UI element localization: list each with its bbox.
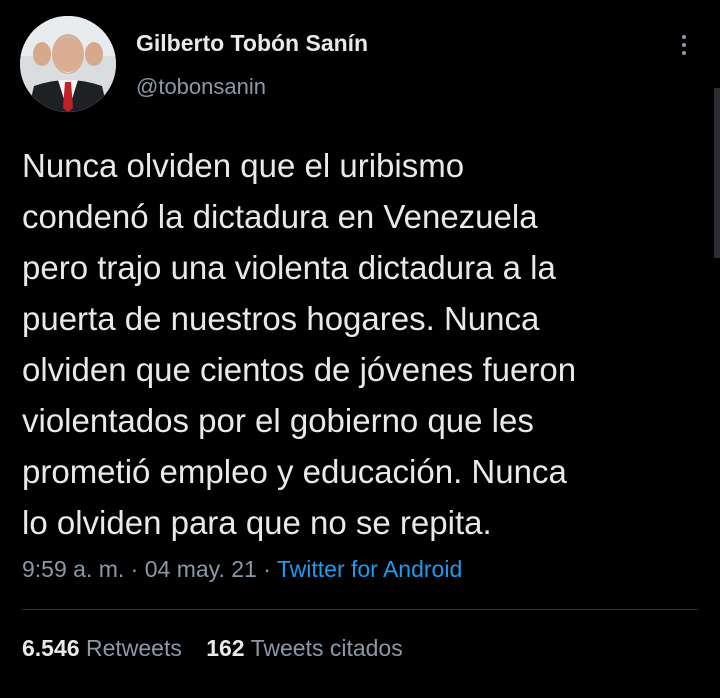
author-display-name[interactable]: Gilberto Tobón Sanín	[136, 30, 368, 57]
tweet-date: 04 may. 21	[144, 556, 257, 582]
quote-tweets-count: 162	[206, 635, 245, 661]
divider	[22, 609, 698, 610]
tweet-text-line: puerta de nuestros hogares. Nunca	[22, 300, 540, 337]
retweets-stat[interactable]: 6.546 Retweets	[22, 635, 188, 661]
tweet-text-line: violentados por el gobierno que les	[22, 402, 534, 439]
retweets-count: 6.546	[22, 635, 80, 661]
retweets-label: Retweets	[85, 635, 182, 661]
tweet-time: 9:59 a. m.	[22, 556, 125, 582]
tweet-text-line: Nunca olviden que el uribismo	[22, 147, 465, 184]
tweet-detail: Gilberto Tobón Sanín @tobonsanin Nunca o…	[0, 0, 720, 698]
tweet-text: Nunca olviden que el uribismo condenó la…	[22, 140, 712, 548]
scrollbar[interactable]	[714, 88, 720, 258]
tweet-text-line: lo olviden para que no se repita.	[22, 504, 492, 541]
tweet-text-line: condenó la dictadura en Venezuela	[22, 198, 538, 235]
meta-separator: ·	[130, 556, 139, 582]
tweet-text-line: prometió empleo y educación. Nunca	[22, 453, 567, 490]
more-vertical-icon[interactable]	[672, 30, 696, 60]
tweet-text-line: pero trajo una violenta dictadura a la	[22, 249, 556, 286]
quote-tweets-label: Tweets citados	[250, 635, 403, 661]
tweet-meta: 9:59 a. m. · 04 may. 21 · Twitter for An…	[22, 556, 462, 583]
avatar[interactable]	[20, 16, 116, 112]
meta-separator: ·	[263, 556, 271, 582]
tweet-stats: 6.546 Retweets 162 Tweets citados	[22, 635, 421, 662]
author-handle[interactable]: @tobonsanin	[136, 74, 266, 100]
tweet-text-line: olviden que cientos de jóvenes fueron	[22, 351, 577, 388]
quote-tweets-stat[interactable]: 162 Tweets citados	[206, 635, 403, 661]
tweet-source-link[interactable]: Twitter for Android	[277, 556, 462, 582]
